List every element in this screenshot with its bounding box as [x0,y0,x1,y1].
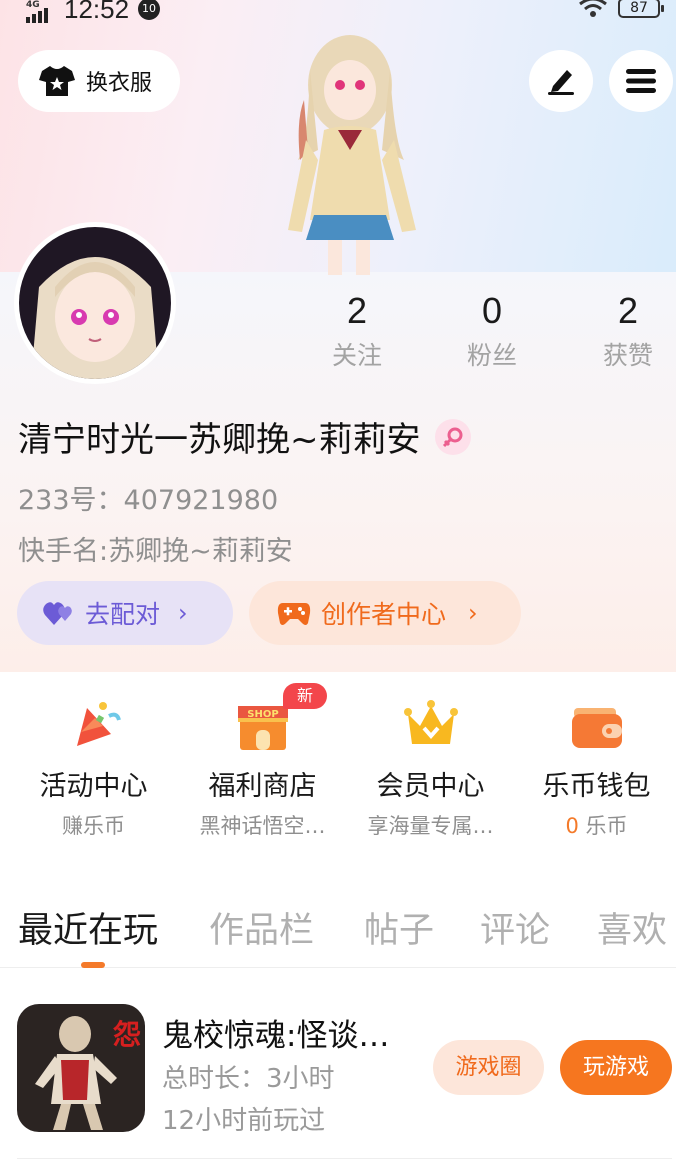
likes-count: 2 [617,290,639,331]
user-id[interactable]: 233号：407921980 [18,478,278,517]
svg-text:SHOP: SHOP [247,709,278,720]
match-label: 去配对 [85,600,161,629]
wallet-icon [572,708,622,748]
play-game-button[interactable]: 玩游戏 [560,1040,672,1095]
signal-icon [26,8,48,23]
tab-comments[interactable]: 评论 [480,902,550,953]
hearts-icon [43,602,72,625]
crown-icon [404,700,458,744]
party-popper-icon [77,702,121,746]
svg-text:怨: 怨 [113,1018,141,1051]
username: 清宁时光一苏卿挽~莉莉安 [18,420,421,460]
tab-posts[interactable]: 帖子 [364,902,434,953]
username-row: 清宁时光一苏卿挽~莉莉安 [18,412,471,461]
coin-wallet-subtitle: 0 乐币 [512,810,676,840]
welfare-shop-title: 福利商店 [208,771,317,802]
tab-recently-played[interactable]: 最近在玩 [18,902,158,953]
coin-balance: 0 [565,814,579,838]
menu-icon [626,69,656,93]
edit-profile-button[interactable] [529,50,593,112]
avatar-image [19,227,171,379]
game-icon[interactable]: 怨 [17,1004,145,1132]
likes-stat[interactable]: 2 获赞 [568,290,676,372]
creator-center-button[interactable]: 创作者中心 › [249,581,521,645]
match-button[interactable]: 去配对 › [17,581,233,645]
quick-entries-card: 活动中心 赚乐币 SHOP 福利商店 黑神话悟空… 会员中心 享海量专属… 乐币… [0,672,676,854]
content-tabs: 最近在玩 作品栏 帖子 评论 喜欢 [0,880,676,968]
game-total-time: 总时长：3小时 [162,1064,335,1094]
chevron-right-icon: › [468,599,478,627]
member-center-subtitle: 享海量专属… [367,814,494,838]
pencil-icon [548,70,574,95]
change-outfit-button[interactable]: 换衣服 [18,50,180,112]
recent-game-item[interactable]: 怨 鬼校惊魂:怪谈… 总时长：3小时 12小时前玩过 游戏圈 玩游戏 [0,968,676,1161]
member-center-title: 会员中心 [376,771,485,802]
divider [17,1158,672,1159]
gamepad-icon [277,603,311,625]
clock: 12:52 [64,0,130,24]
avatar-3d-character-image [288,35,416,275]
chevron-right-icon: › [178,599,188,627]
member-center-entry[interactable]: 会员中心 享海量专属… [346,672,515,854]
activity-center-entry[interactable]: 活动中心 赚乐币 [9,672,178,854]
game-cover-image: 怨 [17,1004,145,1132]
battery-icon: 87 [618,0,664,18]
following-label: 关注 [331,341,382,370]
tab-likes[interactable]: 喜欢 [597,902,667,953]
notification-count-icon: 10 [138,0,160,20]
creator-center-label: 创作者中心 [321,600,447,629]
menu-button[interactable] [609,50,673,112]
new-badge: 新 [283,683,327,709]
coin-unit: 乐币 [585,814,628,838]
activity-center-title: 活动中心 [39,771,148,802]
game-circle-button[interactable]: 游戏圈 [433,1040,544,1095]
welfare-shop-subtitle: 黑神话悟空… [199,814,326,838]
game-name: 鬼校惊魂:怪谈… [162,1018,390,1054]
wifi-icon [579,0,607,17]
game-last-played: 12小时前玩过 [162,1106,326,1136]
coin-wallet-entry[interactable]: 乐币钱包 0 乐币 [512,672,676,854]
change-outfit-label: 换衣服 [86,71,153,96]
coin-wallet-title: 乐币钱包 [542,771,651,802]
tshirt-icon [39,66,75,96]
kuaishou-name: 快手名:苏卿挽~莉莉安 [18,536,293,567]
followers-label: 粉丝 [466,341,517,370]
likes-label: 获赞 [602,341,653,370]
followers-stat[interactable]: 0 粉丝 [432,290,552,372]
tab-works[interactable]: 作品栏 [209,902,314,953]
followers-count: 0 [481,290,503,331]
following-stat[interactable]: 2 关注 [297,290,417,372]
following-count: 2 [346,290,368,331]
activity-center-subtitle: 赚乐币 [62,814,125,838]
female-icon [434,418,471,455]
status-bar: 4G 12:52 10 87 [0,0,676,26]
profile-avatar[interactable] [14,222,176,384]
